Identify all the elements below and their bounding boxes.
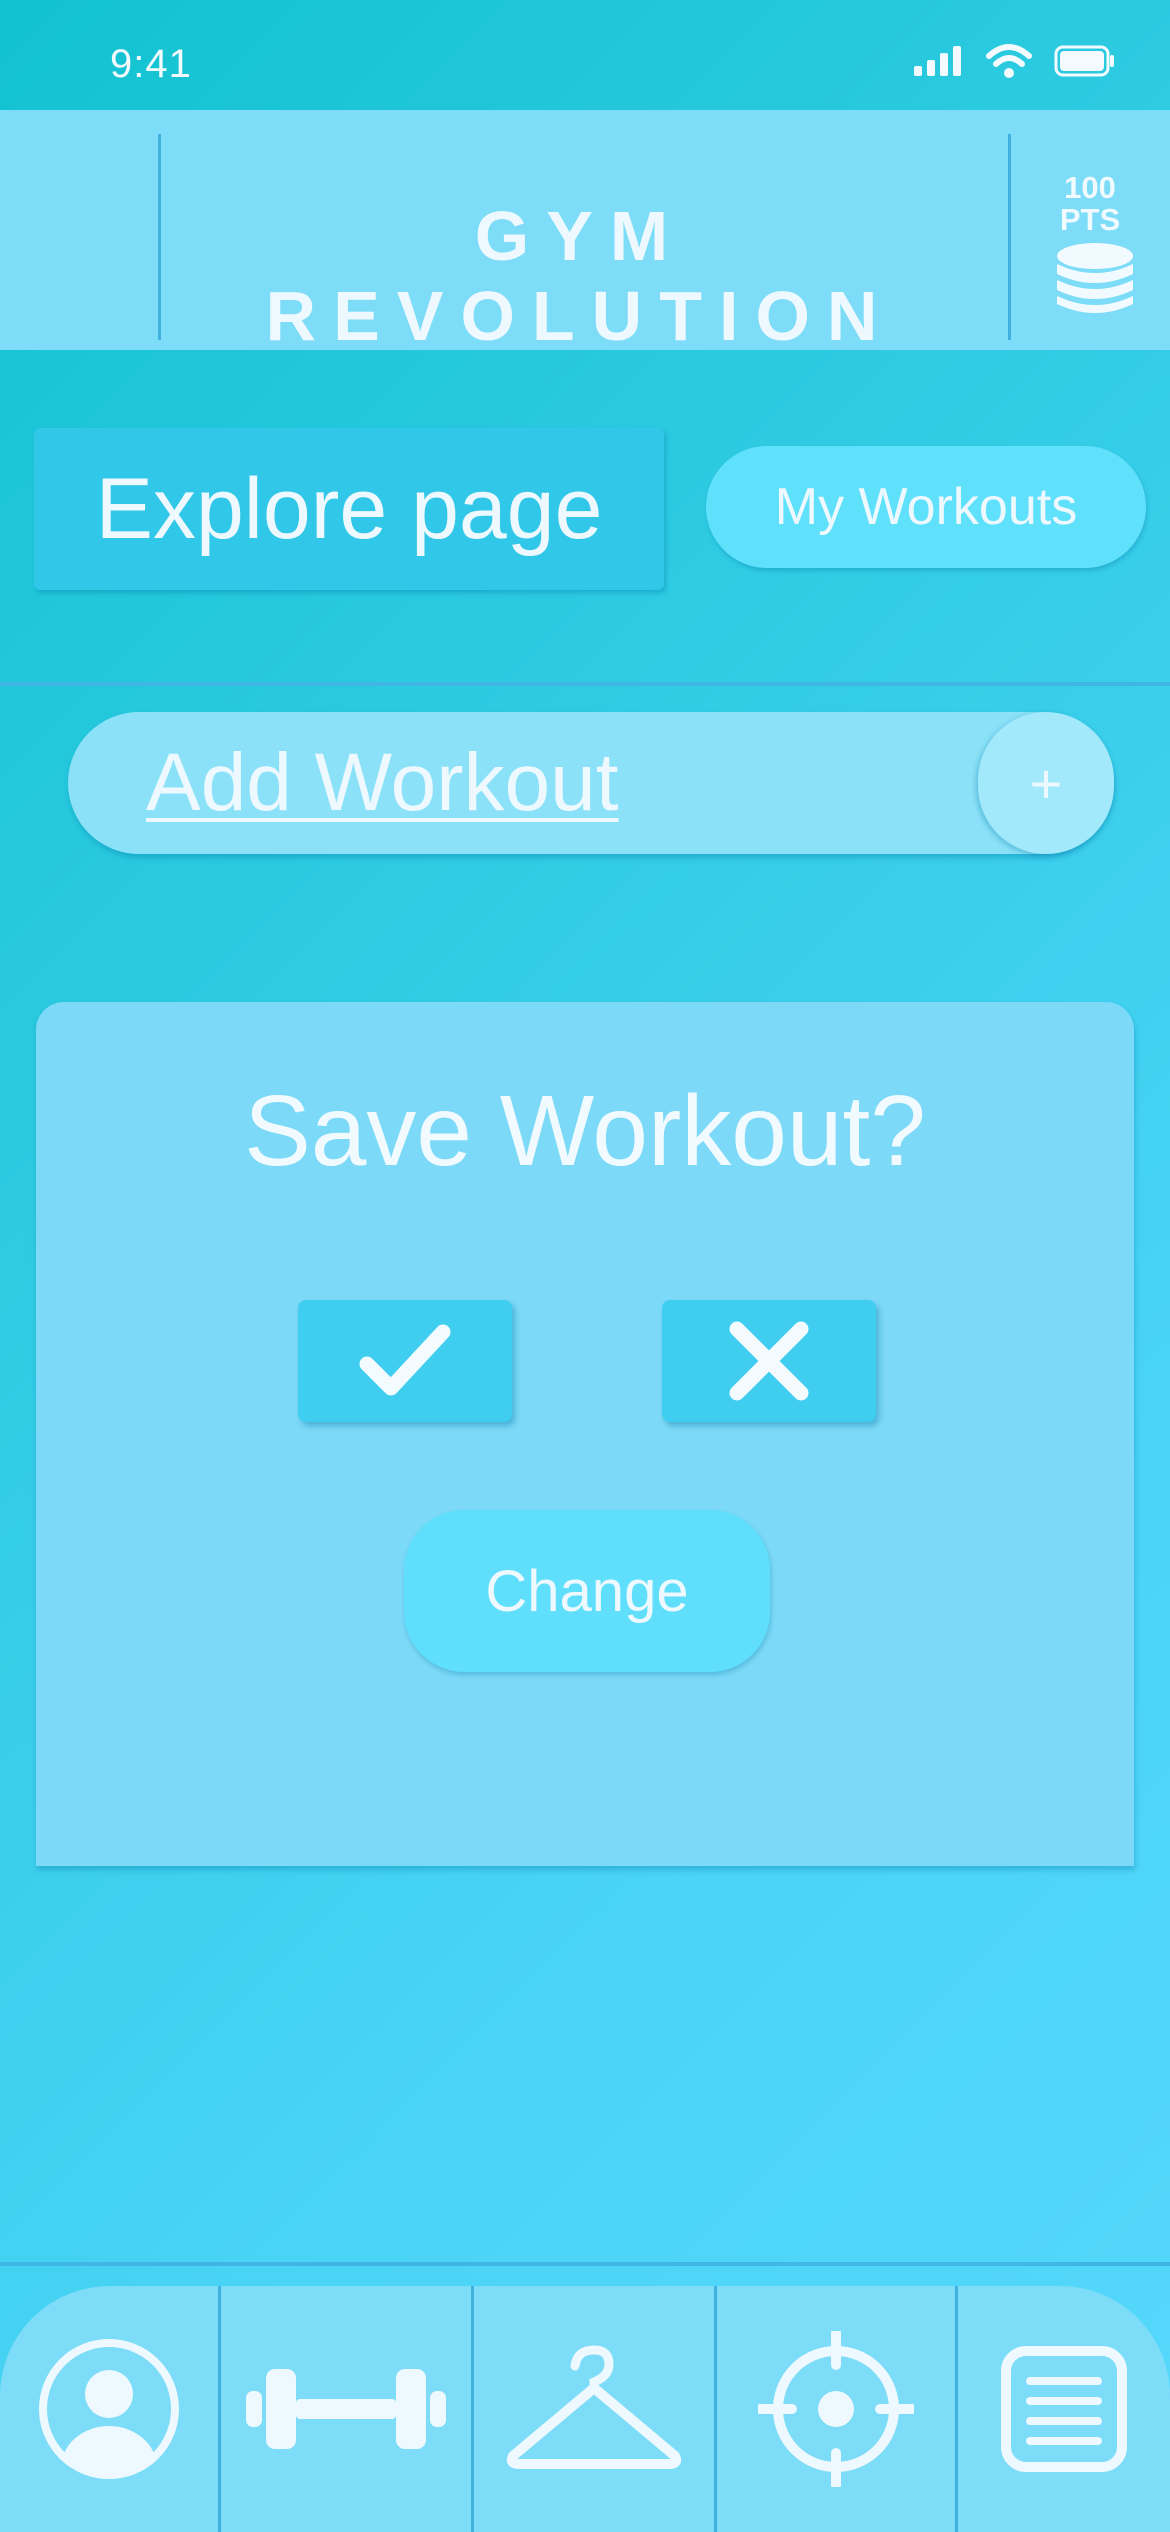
status-icons — [914, 44, 1116, 78]
tab-my-workouts[interactable]: My Workouts — [706, 446, 1146, 568]
hanger-icon — [506, 2345, 682, 2469]
points-value: 100 — [1064, 170, 1116, 205]
points-display[interactable]: 100 PTS — [1020, 170, 1160, 313]
x-icon — [729, 1321, 809, 1401]
status-bar: 9:41 — [0, 0, 1170, 110]
coin-stack-icon — [1057, 243, 1133, 313]
profile-icon — [39, 2339, 179, 2479]
nav-item-profile[interactable] — [0, 2286, 218, 2532]
check-icon — [359, 1324, 451, 1396]
status-time: 9:41 — [110, 42, 192, 86]
cancel-save-button[interactable] — [662, 1300, 876, 1422]
confirm-save-button[interactable] — [298, 1300, 512, 1422]
target-icon — [758, 2331, 914, 2487]
section-divider — [0, 682, 1170, 686]
save-workout-dialog: Save Workout? Change — [36, 1002, 1134, 1866]
dialog-title: Save Workout? — [244, 1075, 926, 1187]
app-title: GYM REVOLUTION — [265, 197, 895, 355]
add-workout-bar[interactable]: Add Workout + — [68, 712, 1114, 854]
battery-icon — [1054, 45, 1114, 77]
nav-item-wardrobe[interactable] — [474, 2286, 714, 2532]
nav-top-line — [0, 2262, 1170, 2266]
add-workout-link[interactable]: Add Workout — [146, 736, 619, 830]
app-header: GYM REVOLUTION 100 PTS — [0, 110, 1170, 355]
tab-explore-page[interactable]: Explore page — [34, 428, 664, 590]
dumbbell-icon — [246, 2369, 446, 2449]
points-unit: PTS — [1059, 202, 1121, 237]
nav-item-list[interactable] — [958, 2286, 1170, 2532]
change-button[interactable]: Change — [404, 1510, 770, 1672]
bottom-nav — [0, 2286, 1170, 2532]
nav-item-workouts[interactable] — [221, 2286, 471, 2532]
signal-icon — [914, 46, 961, 76]
list-icon — [1001, 2346, 1127, 2472]
wifi-icon — [986, 44, 1032, 78]
nav-item-goals[interactable] — [717, 2286, 955, 2532]
header-divider — [1008, 134, 1011, 340]
add-workout-button[interactable]: + — [978, 712, 1114, 854]
